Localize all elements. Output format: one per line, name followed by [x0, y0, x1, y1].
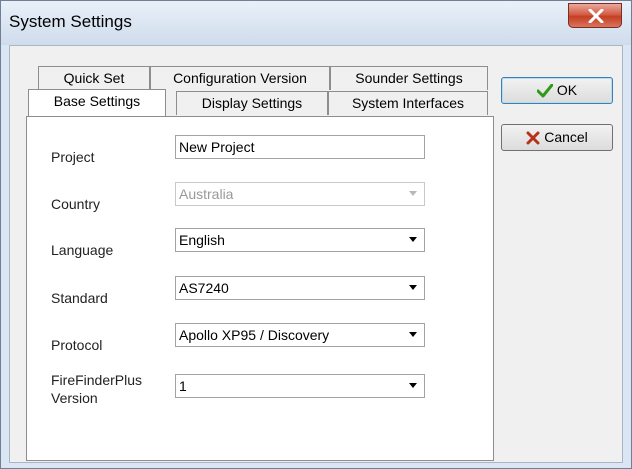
project-label: Project — [51, 149, 95, 165]
system-settings-window: System Settings Quick Set Configuration … — [0, 0, 632, 469]
protocol-select[interactable]: Apollo XP95 / Discovery — [175, 323, 425, 347]
chevron-down-icon — [409, 332, 417, 337]
window-title: System Settings — [9, 12, 132, 31]
chevron-down-icon — [409, 285, 417, 290]
version-label: FireFinderPlus Version — [51, 372, 143, 406]
tab-label: Configuration Version — [173, 70, 307, 86]
standard-label: Standard — [51, 290, 108, 306]
tab-sounder-settings[interactable]: Sounder Settings — [330, 66, 488, 90]
version-dropdown-button[interactable] — [402, 375, 424, 397]
standard-value: AS7240 — [179, 280, 229, 296]
dialog-body: Quick Set Configuration Version Sounder … — [9, 45, 623, 463]
cancel-label: Cancel — [544, 129, 588, 145]
country-label: Country — [51, 196, 101, 212]
tab-label: Display Settings — [201, 95, 303, 111]
chevron-down-icon — [409, 383, 417, 388]
language-dropdown-button[interactable] — [402, 229, 424, 251]
protocol-dropdown-button[interactable] — [402, 324, 424, 346]
language-value: English — [179, 232, 225, 248]
title-bar[interactable]: System Settings — [1, 1, 631, 45]
tab-label: Sounder Settings — [355, 70, 463, 86]
tab-configuration-version[interactable]: Configuration Version — [150, 66, 330, 90]
language-label: Language — [51, 242, 114, 258]
tab-label: System Interfaces — [351, 95, 465, 111]
chevron-down-icon — [409, 191, 417, 196]
version-select[interactable]: 1 — [175, 374, 425, 398]
standard-dropdown-button[interactable] — [402, 277, 424, 299]
tab-label: Quick Set — [63, 70, 125, 86]
close-button[interactable] — [568, 3, 622, 28]
cancel-button[interactable]: Cancel — [501, 124, 613, 151]
tab-label: Base Settings — [53, 93, 141, 109]
tab-display-settings[interactable]: Display Settings — [176, 91, 328, 115]
ok-button[interactable]: OK — [501, 77, 613, 104]
protocol-label: Protocol — [51, 337, 103, 353]
project-field[interactable]: New Project — [175, 135, 425, 159]
ok-label: OK — [556, 82, 578, 98]
tab-system-interfaces[interactable]: System Interfaces — [328, 91, 488, 115]
language-select[interactable]: English — [175, 228, 425, 252]
base-settings-panel: Project New Project Country Australia La… — [26, 116, 494, 461]
tab-quick-set[interactable]: Quick Set — [38, 66, 150, 90]
country-select[interactable]: Australia — [175, 182, 425, 206]
protocol-value: Apollo XP95 / Discovery — [179, 327, 330, 343]
tab-base-settings[interactable]: Base Settings — [28, 89, 166, 116]
standard-select[interactable]: AS7240 — [175, 276, 425, 300]
version-value: 1 — [179, 378, 187, 394]
chevron-down-icon — [409, 237, 417, 242]
x-mark-icon — [526, 131, 540, 145]
country-dropdown-button[interactable] — [402, 183, 424, 205]
close-icon — [588, 9, 604, 23]
country-value: Australia — [179, 186, 234, 202]
checkmark-icon — [536, 84, 553, 98]
